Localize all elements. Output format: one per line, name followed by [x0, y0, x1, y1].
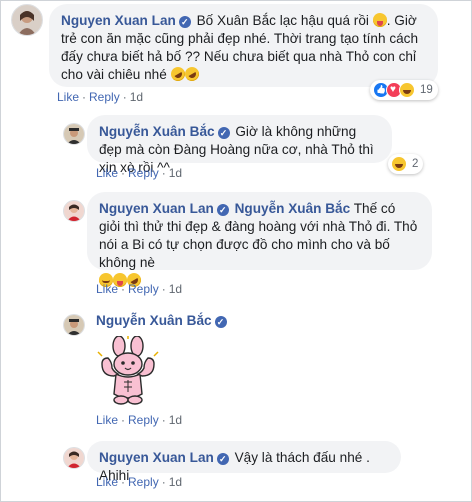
comment-bubble: Nguyen Xuan Lan ✓ Bố Xuân Bắc lạc hậu quá… [49, 4, 438, 87]
comment-author[interactable]: Nguyen Xuan Lan [61, 13, 176, 28]
avatar[interactable] [11, 4, 43, 36]
reply-link[interactable]: Reply [89, 90, 120, 104]
comment-bubble: Nguyen Xuan Lan ✓ Vậy là thách đấu nhé . … [87, 441, 401, 483]
reaction-count: 19 [420, 84, 433, 96]
haha-icon [391, 156, 407, 172]
avatar[interactable] [63, 447, 85, 469]
timestamp[interactable]: 1d [169, 413, 182, 427]
reply-link[interactable]: Reply [128, 282, 159, 296]
comment-actions: Like · Reply · 1d [96, 475, 183, 489]
comment-bubble: Nguyễn Xuân Bắc ✓ Giờ là không những đẹp … [87, 115, 392, 175]
comment-author[interactable]: Nguyen Xuan Lan [99, 450, 214, 465]
timestamp[interactable]: 1d [130, 90, 143, 104]
tongue-emoji-icon [372, 13, 387, 27]
like-link[interactable]: Like [57, 90, 79, 104]
timestamp[interactable]: 1d [169, 166, 182, 180]
verified-badge-icon: ✓ [178, 16, 191, 28]
timestamp[interactable]: 1d [169, 475, 182, 489]
reply-link[interactable]: Reply [128, 413, 159, 427]
mention-link[interactable]: Nguyễn Xuân Bắc [235, 201, 351, 216]
comment-author[interactable]: Nguyễn Xuân Bắc [99, 124, 215, 139]
reaction-count: 2 [412, 158, 419, 170]
timestamp[interactable]: 1d [169, 282, 182, 296]
bunny-flexing-sticker[interactable] [94, 335, 164, 406]
avatar[interactable] [63, 314, 85, 336]
comment-actions: Like · Reply · 1d [96, 413, 183, 427]
reply-link[interactable]: Reply [128, 166, 159, 180]
reaction-summary[interactable]: 2 [388, 154, 424, 174]
verified-badge-icon: ✓ [216, 453, 229, 465]
like-link[interactable]: Like [96, 282, 118, 296]
rofl-emoji-icon [182, 64, 202, 84]
verified-badge-icon: ✓ [216, 204, 229, 216]
comment-actions: Like · Reply · 1d [96, 166, 183, 180]
verified-badge-icon: ✓ [217, 127, 230, 139]
comment-actions: Like · Reply · 1d [96, 282, 183, 296]
like-link[interactable]: Like [96, 413, 118, 427]
verified-badge-icon: ✓ [214, 316, 227, 328]
like-link[interactable]: Like [96, 475, 118, 489]
avatar[interactable] [63, 200, 85, 222]
comment-author[interactable]: Nguyễn Xuân Bắc [96, 313, 212, 328]
comment-bubble: Nguyen Xuan Lan ✓ Nguyễn Xuân Bắc Thế có … [87, 192, 432, 290]
comment-actions: Like · Reply · 1d [57, 90, 144, 104]
comment-text: Bố Xuân Bắc lạc hậu quá rồi [196, 13, 369, 28]
sticker-comment: Nguyễn Xuân Bắc ✓ [96, 312, 229, 330]
haha-icon [399, 82, 415, 98]
reply-link[interactable]: Reply [128, 475, 159, 489]
reaction-summary[interactable]: 19 [370, 80, 438, 100]
like-link[interactable]: Like [96, 166, 118, 180]
avatar[interactable] [63, 123, 85, 145]
comment-author[interactable]: Nguyen Xuan Lan [99, 201, 214, 216]
